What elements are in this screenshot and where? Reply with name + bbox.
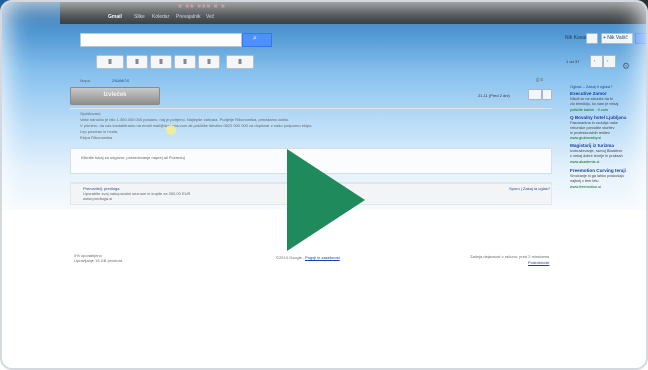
print-icon[interactable]: ⎙ ✉ bbox=[536, 77, 543, 82]
pager-next-button[interactable] bbox=[603, 55, 616, 68]
googlebar-link-koledar[interactable]: Koledar bbox=[152, 14, 169, 21]
googlebar-link-gmail[interactable]: Gmail bbox=[108, 14, 122, 21]
footer-copyright: ©2013 Google - bbox=[276, 255, 305, 260]
share-label: + Nik Vašič bbox=[603, 35, 628, 41]
ad-url[interactable]: www.grobovalny.si bbox=[570, 136, 601, 140]
user-avatar-button[interactable] bbox=[586, 33, 598, 44]
pager-prev-button[interactable] bbox=[590, 55, 603, 68]
list-item-line-2: www.predloga.si bbox=[83, 196, 113, 201]
message-date: 21.11 (Pred 2 dni) bbox=[478, 93, 510, 98]
folder-button[interactable] bbox=[174, 55, 196, 69]
message-counter: 1 od 37 bbox=[566, 59, 580, 64]
footer-terms-link[interactable]: Pogoji in zasebnost bbox=[305, 255, 340, 260]
search-icon: ⌕ bbox=[253, 35, 257, 42]
list-item-tag[interactable]: Sporo | Zakaj ta oglas? bbox=[509, 186, 550, 191]
pager-prev-icon: ‹ bbox=[594, 58, 596, 63]
breadcrumb-current[interactable]: ZNAMOS bbox=[112, 78, 129, 83]
gear-icon[interactable]: ⚙ bbox=[622, 61, 630, 72]
ad-title[interactable]: Magistarij iz turizma bbox=[570, 143, 614, 148]
ad-url[interactable]: poiščite banke - 9.com bbox=[570, 108, 608, 112]
label-button[interactable] bbox=[198, 55, 220, 69]
message-action-label: Izvleček bbox=[103, 92, 127, 98]
pager-next-icon: › bbox=[607, 58, 609, 63]
ad-text: najbolj v tem letu bbox=[570, 179, 599, 183]
message-action-button[interactable]: Izvleček bbox=[70, 87, 160, 105]
user-name[interactable]: Nik Kovač bbox=[565, 35, 588, 41]
reply-more-button[interactable] bbox=[542, 89, 552, 100]
ad-title[interactable]: Executive Zamor bbox=[570, 91, 607, 96]
message-line-5: Ekipa Ribonomika bbox=[80, 135, 113, 140]
more-button[interactable] bbox=[226, 55, 254, 69]
notification-button[interactable] bbox=[635, 33, 647, 44]
message-line-2: Vaše naročilo je bilo 1.300.000.000 posl… bbox=[80, 117, 290, 122]
search-button[interactable]: ⌕ bbox=[242, 33, 272, 47]
ad-url[interactable]: www.freemotion.si bbox=[570, 185, 601, 189]
spam-button[interactable] bbox=[126, 55, 148, 69]
google-bar: ■ ■■ ■■■ ■ ■ Gmail Slike Koledar Prevaja… bbox=[60, 0, 648, 24]
ad-text: z nekaj dobre teorije in praksah bbox=[570, 154, 623, 158]
divider bbox=[70, 108, 552, 109]
googlebar-link-prevajalnik[interactable]: Prevajalnik bbox=[176, 14, 200, 21]
ads-header[interactable]: Oglasi – Zakaj ti oglasi? bbox=[570, 84, 612, 89]
details-link[interactable]: Podrobnosti bbox=[528, 260, 549, 265]
googlebar-link-vec[interactable]: Več bbox=[206, 14, 214, 21]
archive-button[interactable] bbox=[96, 55, 124, 69]
breadcrumb-prefix[interactable]: Mapa bbox=[80, 78, 90, 83]
message-line-1: Spoštovani, bbox=[80, 111, 101, 116]
video-thumbnail[interactable]: ■ ■■ ■■■ ■ ■ Gmail Slike Koledar Prevaja… bbox=[0, 0, 648, 370]
window-dots-icon: ■ ■■ ■■■ ■ ■ bbox=[178, 4, 226, 10]
reply-hint: Kliknite tukaj za odgovor, posredovanje … bbox=[81, 155, 185, 160]
googlebar-link-slike[interactable]: Slike bbox=[134, 14, 145, 21]
reply-button[interactable] bbox=[528, 89, 542, 100]
ad-title[interactable]: Q Bovalny hotel Ljubljana bbox=[570, 115, 626, 120]
storage-manage[interactable]: Upravljanje 15 GB prostora bbox=[74, 258, 122, 263]
message-line-3: V primeru, da vas kontaktiramo na email … bbox=[80, 123, 313, 128]
search-input[interactable] bbox=[80, 33, 242, 47]
ad-title[interactable]: Freemotion Curving teraji bbox=[570, 168, 626, 173]
play-button[interactable] bbox=[287, 149, 365, 251]
message-line-4: Lep pozdrav in hvala, bbox=[80, 129, 119, 134]
delete-button[interactable] bbox=[150, 55, 172, 69]
cursor-highlight bbox=[166, 125, 176, 135]
ad-text: zlo tehnikijo, ko vam je nekaj bbox=[570, 102, 619, 106]
ad-url[interactable]: www.akademia.si bbox=[570, 160, 599, 164]
last-activity: Zadnja dejavnost v računu: pred 2 minuta… bbox=[470, 254, 550, 259]
